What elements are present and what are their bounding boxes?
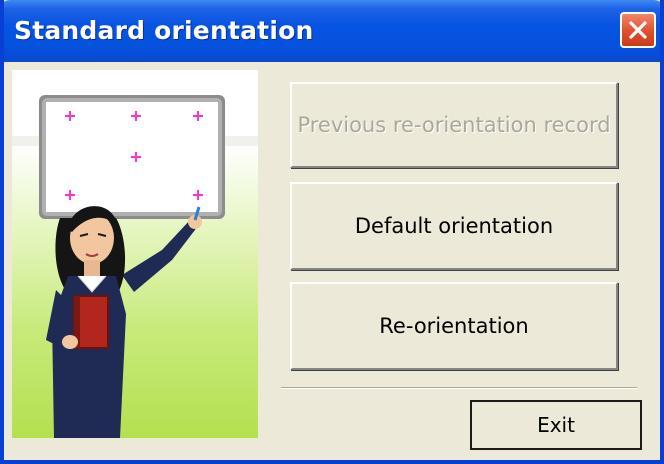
- reorientation-button[interactable]: Re-orientation: [290, 282, 618, 370]
- exit-button[interactable]: Exit: [470, 400, 642, 450]
- default-orientation-button[interactable]: Default orientation: [290, 182, 618, 270]
- previous-reorientation-record-button[interactable]: Previous re-orientation record: [290, 82, 618, 168]
- close-button[interactable]: [620, 12, 656, 48]
- title-bar[interactable]: Standard orientation: [4, 0, 660, 62]
- dialog-window: Standard orientation Previous re-orienta…: [0, 0, 664, 464]
- close-icon: [629, 21, 647, 39]
- orientation-illustration: [12, 70, 258, 438]
- teacher-pointing-at-board-illustration: [12, 95, 258, 438]
- window-title: Standard orientation: [14, 16, 314, 45]
- separator: [281, 387, 637, 389]
